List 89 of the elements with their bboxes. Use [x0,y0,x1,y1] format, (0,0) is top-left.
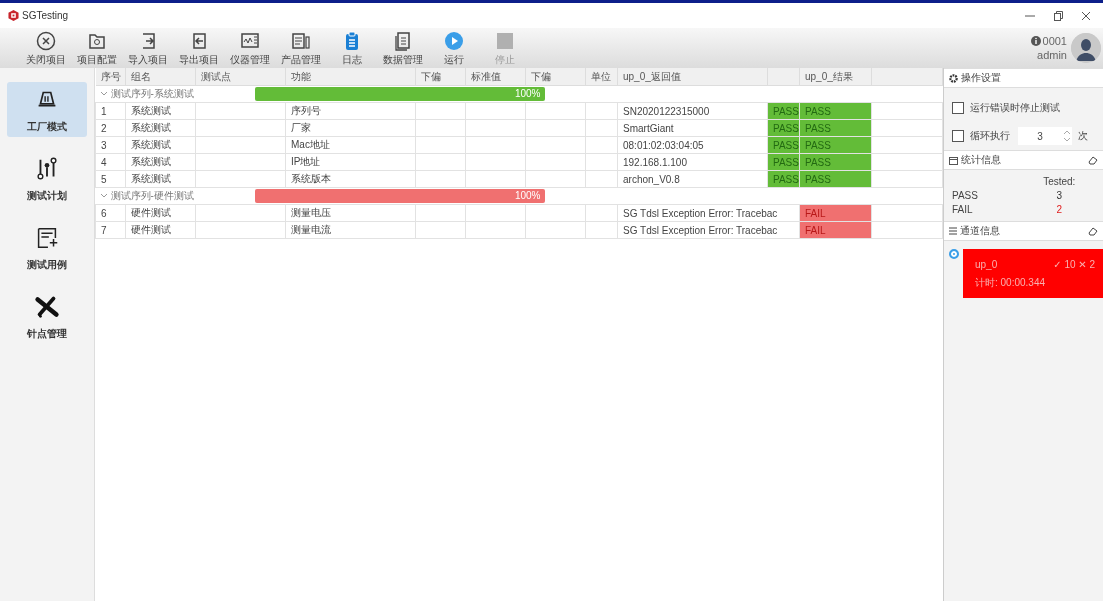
chevron-icon[interactable] [99,192,108,200]
list-icon [949,227,957,235]
info-icon [1030,36,1041,46]
table-cell: 硬件测试 [125,221,196,239]
table-cell: 08:01:02:03:04:05 [617,136,768,154]
group-label: 测试序列-系统测试 [110,87,194,101]
table-cell: Mac地址 [285,136,416,154]
table-cell: 测量电流 [285,221,416,239]
radio-button[interactable] [949,249,959,259]
restore-icon[interactable] [1053,10,1063,21]
chevron-icon[interactable] [99,90,108,98]
table-cell: 3 [95,136,126,154]
table-cell: 4 [95,153,126,171]
table-cell: SG Tdsl Exception Error: Tracebac [617,221,800,239]
table-cell: 系统测试 [125,136,196,154]
table-cell: archon_V0.8 [617,170,768,188]
stats-label: PASS [952,190,979,201]
toolbar-button[interactable]: 数据管理 [379,29,427,67]
column-header[interactable]: 测试点 [195,68,286,86]
toolbar-button[interactable]: 日志 [328,29,376,67]
table-cell: 1 [95,102,126,120]
table-cell: 192.168.1.100 [617,153,768,171]
column-header[interactable]: 下偏 [525,68,586,86]
eraser-icon[interactable] [1088,226,1098,236]
section-title: 统计信息 [961,153,1001,167]
table-cell: 测量电压 [285,204,416,222]
progress-bar: 100% [254,189,545,203]
section-title: 操作设置 [961,71,1001,85]
table-cell: SmartGiant [617,119,768,137]
column-header[interactable]: 单位 [585,68,618,86]
close-icon [35,29,57,52]
play-icon [443,29,465,52]
calendar-icon [949,155,958,165]
toolbar-button[interactable]: 产品管理 [277,29,325,67]
stats-header: Tested: [1042,176,1077,187]
table-cell: 硬件测试 [125,204,196,222]
toolbar-button[interactable]: 导入项目 [124,29,172,67]
eraser-icon[interactable] [1088,155,1098,165]
user-name: admin [1037,48,1067,62]
stats-label: FAIL [952,204,974,215]
checkbox-label: 运行错误时停止测试 [970,101,1060,115]
table-cell: 2 [95,119,126,137]
account-code: 0001 [1042,34,1067,48]
table-cell: 系统测试 [125,119,196,137]
sidebar-item[interactable]: 测试计划 [7,151,87,206]
checkbox[interactable] [952,130,964,142]
checkbox-label: 循环执行 [970,129,1010,143]
toolbar-button[interactable]: 关闭项目 [22,29,70,67]
table-cell: 序列号 [285,102,416,120]
column-header[interactable]: 功能 [285,68,416,86]
sidebar-item[interactable]: 测试用例 [7,220,87,275]
column-header[interactable]: 下偏 [415,68,466,86]
column-header[interactable]: 组名 [125,68,196,86]
count-spinner[interactable]: 3 [1018,127,1072,145]
close-icon[interactable] [1081,10,1091,21]
table-cell: 系统测试 [125,102,196,120]
table-cell: 7 [95,221,126,239]
column-header[interactable]: up_0_结果 [799,68,872,86]
sidebar-item[interactable]: 工厂模式 [7,82,87,137]
sidebar-item[interactable]: 针点管理 [7,289,87,344]
fail-count: ✕ 2 [1078,259,1095,270]
column-header[interactable]: 标准值 [465,68,526,86]
group-label: 测试序列-硬件测试 [110,189,194,203]
table-cell: 5 [95,170,126,188]
table-cell: 系统版本 [285,170,416,188]
checkbox[interactable] [952,102,964,114]
channel-timer: 计时: 00:00.344 [975,276,1047,290]
channel-name: up_0 [975,259,998,270]
toolbar-button[interactable]: 仪器管理 [226,29,274,67]
column-header[interactable]: up_0_返回值 [617,68,768,86]
table-cell: SG Tdsl Exception Error: Tracebac [617,204,800,222]
pass-count: ✓ 10 [1053,259,1076,270]
section-title: 通道信息 [960,224,1000,238]
unit-label: 次 [1078,129,1088,143]
table-cell: SN2020122315000 [617,102,768,120]
toolbar-button[interactable]: 导出项目 [175,29,223,67]
progress-bar: 100% [254,87,545,101]
stats-value: 2 [1055,204,1064,215]
table-cell: 6 [95,204,126,222]
stats-value: 3 [1055,190,1064,201]
table-cell: 系统测试 [125,153,196,171]
column-header[interactable]: 序号 [95,68,126,86]
table-cell: 厂家 [285,119,416,137]
toolbar-button[interactable]: 项目配置 [73,29,121,67]
toolbar-button[interactable]: 运行 [430,29,478,67]
table-cell: 系统测试 [125,170,196,188]
app-logo-icon [8,10,19,21]
window-title: SGTesting [22,10,69,21]
table-cell: IP地址 [285,153,416,171]
